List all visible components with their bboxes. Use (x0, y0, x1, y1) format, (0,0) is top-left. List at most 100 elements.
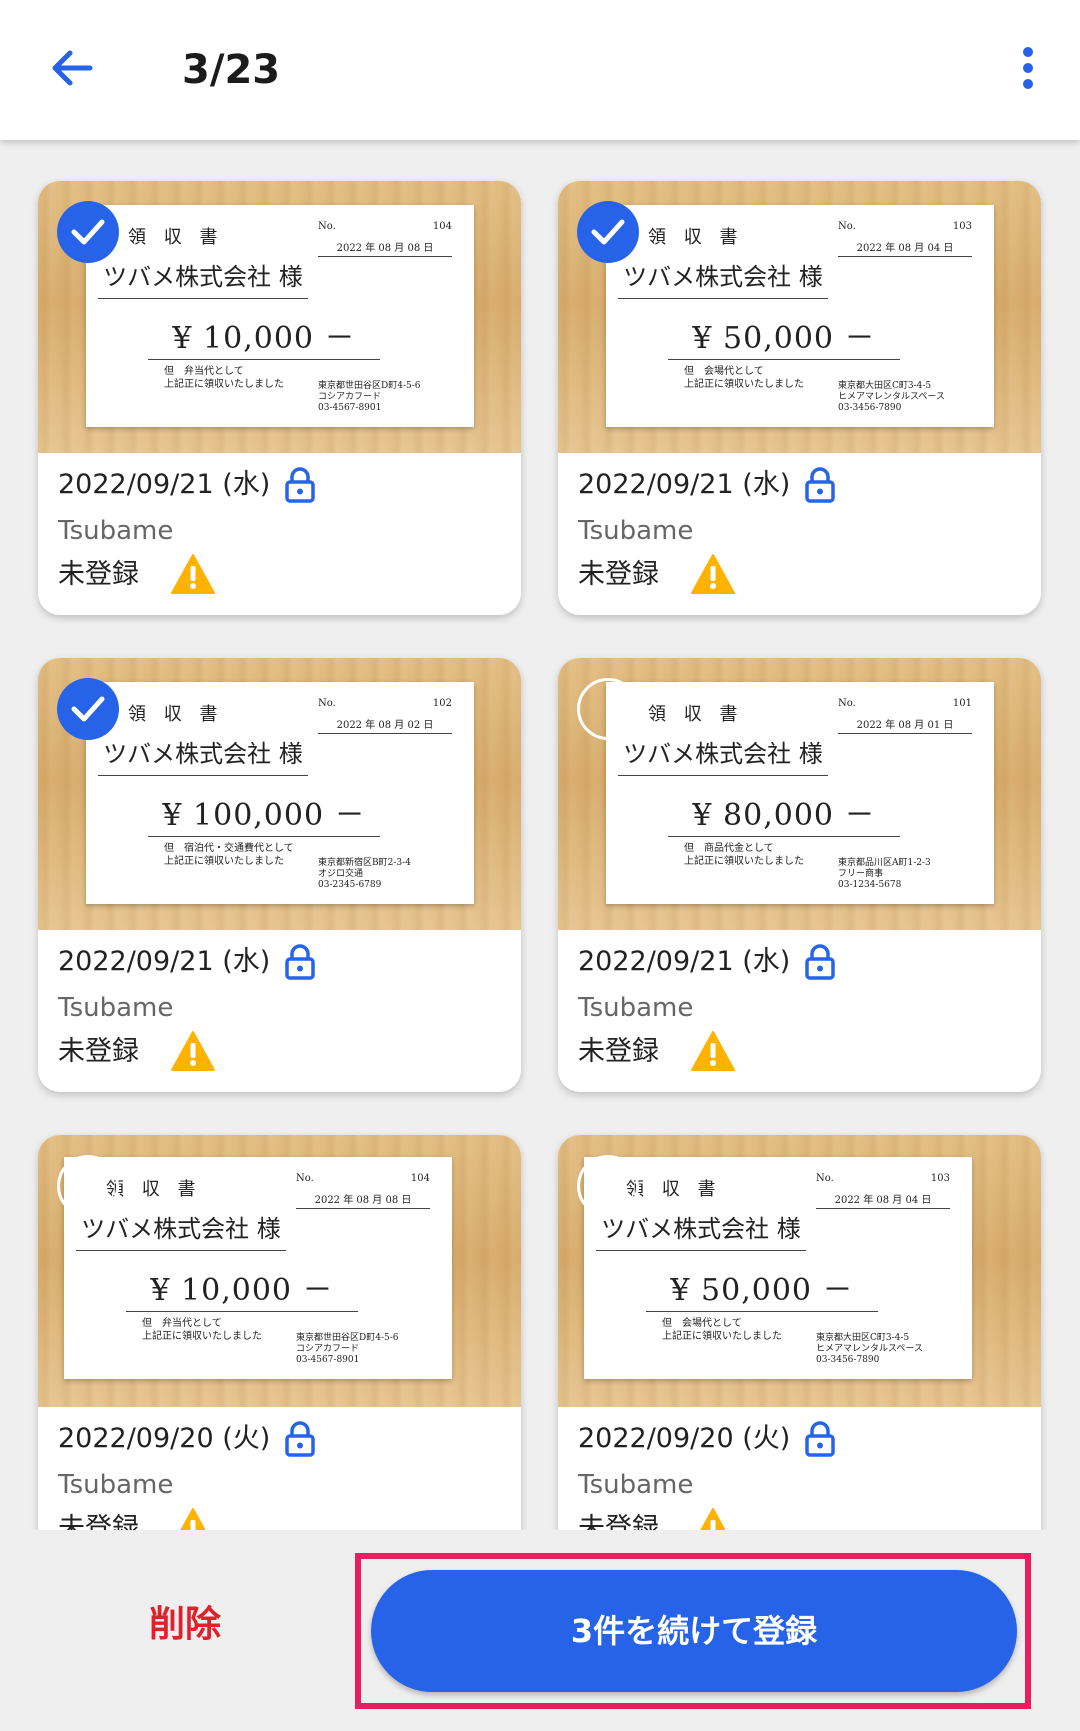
warning-triangle-icon (691, 554, 735, 594)
select-checkbox[interactable] (577, 678, 639, 740)
receipt-no-label: No. (838, 698, 856, 709)
delete-button[interactable]: 削除 (110, 1588, 260, 1662)
receipt-date-label: 2022/09/21 (水) (58, 469, 271, 500)
page-counter: 3/23 (182, 47, 281, 93)
receipt-issuer: 東京都大田区C町3-4-5 ヒメアマレンタルスペース 03-3456-7890 (816, 1333, 923, 1365)
receipt-image: 領 収 書 No. 103 2022 年 08 月 04 日 ツバメ株式会社 様… (584, 1157, 972, 1379)
select-checkbox[interactable] (577, 201, 639, 263)
receipt-number: 104 (410, 1173, 430, 1184)
receipt-date-label: 2022/09/20 (火) (58, 1423, 271, 1454)
lock-icon (285, 1421, 315, 1457)
lock-icon (285, 944, 315, 980)
receipt-recipient: ツバメ株式会社 様 (618, 734, 828, 776)
receipt-no-label: No. (318, 221, 336, 232)
receipt-confirmation: 上記正に領収いたしました (684, 379, 804, 390)
receipt-recipient: ツバメ株式会社 様 (98, 734, 308, 776)
arrow-left-icon (52, 50, 93, 86)
receipt-number: 102 (432, 698, 452, 709)
status-label: 未登録 (578, 1513, 659, 1530)
bottom-action-bar: 削除 3件を続けて登録 (0, 1530, 1080, 1731)
receipt-image: 領 収 書 No. 104 2022 年 08 月 08 日 ツバメ株式会社 様… (86, 205, 474, 427)
receipt-date-label: 2022/09/20 (火) (578, 1423, 791, 1454)
check-icon (71, 219, 105, 245)
receipt-recipient: ツバメ株式会社 様 (618, 257, 828, 299)
receipt-date-label: 2022/09/21 (水) (578, 469, 791, 500)
receipt-image: 領 収 書 No. 101 2022 年 08 月 01 日 ツバメ株式会社 様… (606, 682, 994, 904)
receipt-no-label: No. (838, 221, 856, 232)
register-selected-button[interactable]: 3件を続けて登録 (371, 1570, 1017, 1692)
app-bar: 3/23 (0, 0, 1080, 140)
receipt-no-label: No. (816, 1173, 834, 1184)
receipt-number: 104 (432, 221, 452, 232)
receipt-amount: ¥ 50,000 － (668, 313, 900, 360)
receipt-date: 2022 年 08 月 01 日 (838, 716, 972, 734)
receipt-date: 2022 年 08 月 08 日 (318, 239, 452, 257)
receipt-card[interactable]: 領 収 書 No. 104 2022 年 08 月 08 日 ツバメ株式会社 様… (38, 181, 521, 615)
company-name: Tsubame (578, 1470, 694, 1500)
warning-triangle-icon (171, 1031, 215, 1071)
receipt-confirmation: 上記正に領収いたしました (164, 379, 284, 390)
receipt-card[interactable]: 領 収 書 No. 104 2022 年 08 月 08 日 ツバメ株式会社 様… (38, 1135, 521, 1530)
lock-icon (805, 944, 835, 980)
select-checkbox[interactable] (57, 201, 119, 263)
receipt-heading: 領 収 書 (128, 704, 224, 725)
receipt-image: 領 収 書 No. 102 2022 年 08 月 02 日 ツバメ株式会社 様… (86, 682, 474, 904)
receipt-confirmation: 上記正に領収いたしました (662, 1331, 782, 1342)
lock-icon (805, 1421, 835, 1457)
status-label: 未登録 (578, 1036, 659, 1067)
receipt-confirmation: 上記正に領収いたしました (142, 1331, 262, 1342)
receipt-number: 103 (952, 221, 972, 232)
warning-triangle-icon (691, 1031, 735, 1071)
receipt-card[interactable]: 領 収 書 No. 103 2022 年 08 月 04 日 ツバメ株式会社 様… (558, 181, 1041, 615)
receipt-no-label: No. (296, 1173, 314, 1184)
receipt-issuer: 東京都品川区A町1-2-3 フリー商事 03-1234-5678 (838, 858, 931, 890)
company-name: Tsubame (578, 993, 694, 1023)
receipt-amount: ¥ 100,000 － (148, 790, 380, 837)
receipt-number: 101 (952, 698, 972, 709)
more-vert-icon (1023, 47, 1033, 89)
lock-icon (285, 467, 315, 503)
warning-triangle-icon (171, 554, 215, 594)
receipt-heading: 領 収 書 (128, 227, 224, 248)
receipt-recipient: ツバメ株式会社 様 (596, 1209, 806, 1251)
receipt-amount: ¥ 10,000 － (126, 1265, 358, 1312)
receipt-card[interactable]: 領 収 書 No. 101 2022 年 08 月 01 日 ツバメ株式会社 様… (558, 658, 1041, 1092)
receipt-amount: ¥ 50,000 － (646, 1265, 878, 1312)
receipt-number: 103 (930, 1173, 950, 1184)
receipt-recipient: ツバメ株式会社 様 (76, 1209, 286, 1251)
receipt-date: 2022 年 08 月 04 日 (816, 1191, 950, 1209)
receipt-amount: ¥ 80,000 － (668, 790, 900, 837)
receipt-recipient: ツバメ株式会社 様 (98, 257, 308, 299)
status-label: 未登録 (578, 559, 659, 590)
receipt-grid: 領 収 書 No. 104 2022 年 08 月 08 日 ツバメ株式会社 様… (0, 140, 1080, 1530)
receipt-card[interactable]: 領 収 書 No. 102 2022 年 08 月 02 日 ツバメ株式会社 様… (38, 658, 521, 1092)
receipt-no-label: No. (318, 698, 336, 709)
receipt-issuer: 東京都世田谷区D町4-5-6 コシアカフード 03-4567-8901 (296, 1333, 399, 1365)
receipt-date: 2022 年 08 月 08 日 (296, 1191, 430, 1209)
company-name: Tsubame (578, 516, 694, 546)
select-checkbox[interactable] (57, 1155, 119, 1217)
more-options-button[interactable] (1004, 38, 1052, 102)
receipt-amount: ¥ 10,000 － (148, 313, 380, 360)
receipt-issuer: 東京都世田谷区D町4-5-6 コシアカフード 03-4567-8901 (318, 381, 421, 413)
status-label: 未登録 (58, 1513, 139, 1530)
receipt-date: 2022 年 08 月 04 日 (838, 239, 972, 257)
receipt-image: 領 収 書 No. 103 2022 年 08 月 04 日 ツバメ株式会社 様… (606, 205, 994, 427)
receipt-date-label: 2022/09/21 (水) (578, 946, 791, 977)
status-label: 未登録 (58, 559, 139, 590)
warning-triangle-icon (180, 1508, 206, 1530)
select-checkbox[interactable] (577, 1155, 639, 1217)
receipt-confirmation: 上記正に領収いたしました (164, 856, 284, 867)
receipt-confirmation: 上記正に領収いたしました (684, 856, 804, 867)
receipt-heading: 領 収 書 (648, 704, 744, 725)
select-checkbox[interactable] (57, 678, 119, 740)
receipt-heading: 領 収 書 (626, 1179, 722, 1200)
check-icon (591, 219, 625, 245)
company-name: Tsubame (58, 516, 174, 546)
receipt-card[interactable]: 領 収 書 No. 103 2022 年 08 月 04 日 ツバメ株式会社 様… (558, 1135, 1041, 1530)
back-button[interactable] (40, 38, 104, 102)
receipt-date: 2022 年 08 月 02 日 (318, 716, 452, 734)
receipt-issuer: 東京都大田区C町3-4-5 ヒメアマレンタルスペース 03-3456-7890 (838, 381, 945, 413)
lock-icon (805, 467, 835, 503)
receipt-image: 領 収 書 No. 104 2022 年 08 月 08 日 ツバメ株式会社 様… (64, 1157, 452, 1379)
